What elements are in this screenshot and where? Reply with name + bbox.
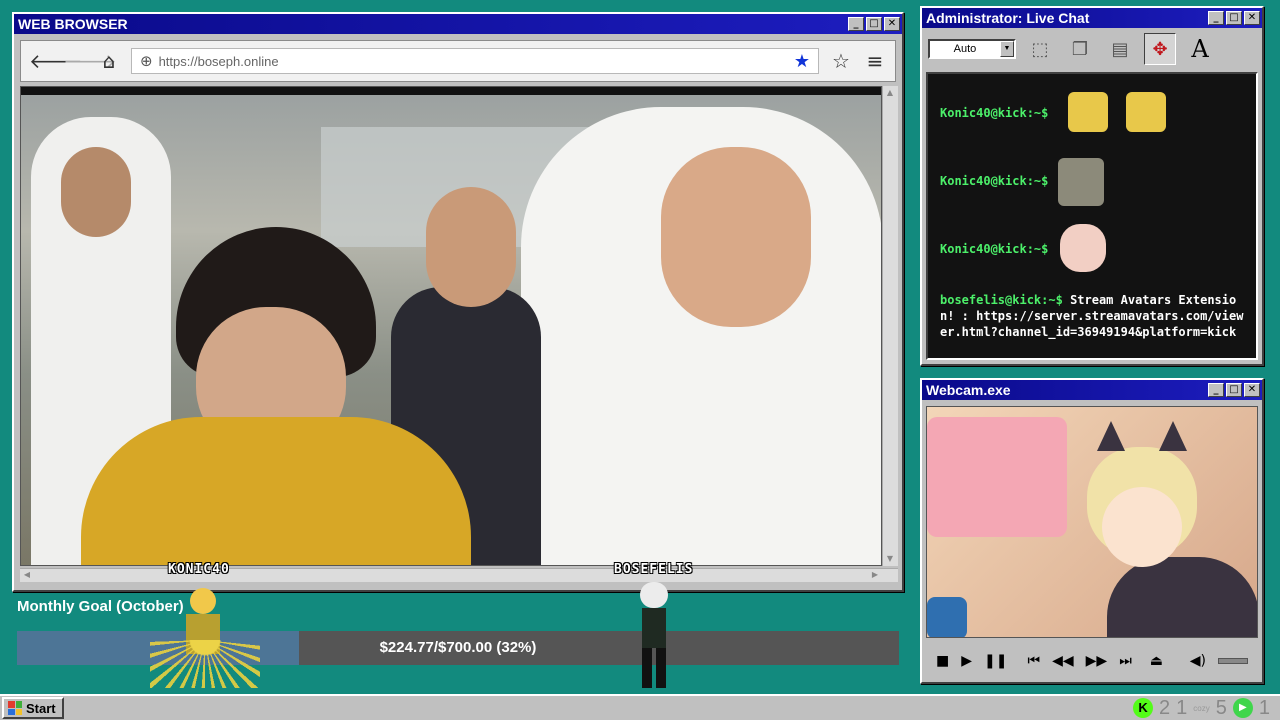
back-arrow-icon[interactable]: 🡐 <box>29 49 83 73</box>
emote-image <box>1060 224 1106 272</box>
play-icon[interactable]: ▶ <box>961 653 972 669</box>
browser-navbar: 🡐 🡒 ⌂ ⊕ https://boseph.online ★ ☆ ≡ <box>20 40 896 82</box>
video-frame <box>21 87 881 565</box>
browser-title: WEB BROWSER <box>18 16 128 32</box>
kick-logo-icon[interactable]: K <box>1133 698 1154 718</box>
chat-title: Administrator: Live Chat <box>926 10 1090 26</box>
media-controls: ■ ▶ ❚❚ ⏮ ◀◀ ▶▶ ⏭ ⏏ ◀) <box>926 644 1258 678</box>
webcam-view <box>926 406 1258 638</box>
avatar-sprite[interactable] <box>150 580 260 690</box>
live-chat-window: Administrator: Live Chat _ □ ✕ Auto ▼ ⬚ … <box>920 6 1264 366</box>
browser-window: WEB BROWSER _ □ ✕ 🡐 🡒 ⌂ ⊕ https://boseph… <box>12 12 904 592</box>
minimize-button[interactable]: _ <box>1208 11 1224 25</box>
scroll-left-icon[interactable]: ◀ <box>20 568 34 582</box>
close-button[interactable]: ✕ <box>1244 11 1260 25</box>
forward-arrow-icon[interactable]: 🡒 <box>63 49 117 73</box>
stop-icon[interactable]: ■ <box>936 653 949 669</box>
chat-message: Konic40@kick:~$ <box>940 242 1048 256</box>
select-region-icon[interactable]: ⬚ <box>1024 33 1056 65</box>
chat-username: bosefelis@kick:~$ <box>940 293 1063 307</box>
tray-count: 2 <box>1159 696 1171 719</box>
scroll-down-icon[interactable]: ▼ <box>883 552 897 566</box>
emote-image <box>1126 92 1166 132</box>
chat-username: Konic40@kick:~$ <box>940 174 1049 188</box>
maximize-button[interactable]: □ <box>866 17 882 31</box>
chat-username: Konic40@kick:~$ <box>940 106 1049 120</box>
fast-forward-icon[interactable]: ▶▶ <box>1086 653 1108 669</box>
chat-titlebar[interactable]: Administrator: Live Chat _ □ ✕ <box>922 8 1262 28</box>
bookmark-star-icon[interactable]: ★ <box>794 51 810 72</box>
font-icon[interactable]: A <box>1184 33 1216 65</box>
move-icon[interactable]: ✥ <box>1144 33 1176 65</box>
close-button[interactable]: ✕ <box>884 17 900 31</box>
skip-back-icon[interactable]: ⏮ <box>1027 653 1040 669</box>
paste-icon[interactable]: ▤ <box>1104 33 1136 65</box>
mode-value: Auto <box>953 43 977 55</box>
globe-icon: ⊕ <box>140 52 153 70</box>
avatar-sprite[interactable] <box>632 580 678 690</box>
volume-icon[interactable]: ◀) <box>1190 653 1206 669</box>
chat-message: Konic40@kick:~$ <box>940 106 1048 120</box>
emote-image <box>1058 158 1104 206</box>
windows-logo-icon <box>8 701 22 715</box>
minimize-button[interactable]: _ <box>848 17 864 31</box>
skip-forward-icon[interactable]: ⏭ <box>1119 653 1132 669</box>
tray-count: 1 <box>1176 696 1188 719</box>
scroll-right-icon[interactable]: ▶ <box>868 568 882 582</box>
close-button[interactable]: ✕ <box>1244 383 1260 397</box>
cozy-label: cozy <box>1193 703 1210 713</box>
avatar-name: KONIC40 <box>168 562 230 577</box>
browser-titlebar[interactable]: WEB BROWSER _ □ ✕ <box>14 14 902 34</box>
home-icon[interactable]: ⌂ <box>97 49 121 73</box>
pause-icon[interactable]: ❚❚ <box>984 653 1007 669</box>
eject-icon[interactable]: ⏏ <box>1150 653 1163 669</box>
mode-select[interactable]: Auto ▼ <box>928 39 1016 59</box>
chat-toolbar: Auto ▼ ⬚ ❐ ▤ ✥ A <box>922 28 1262 70</box>
tray-count: 1 <box>1258 696 1270 719</box>
chat-message: bosefelis@kick:~$ Stream Avatars Extensi… <box>940 292 1250 340</box>
copy-icon[interactable]: ❐ <box>1064 33 1096 65</box>
maximize-button[interactable]: □ <box>1226 11 1242 25</box>
minimize-button[interactable]: _ <box>1208 383 1224 397</box>
address-bar[interactable]: ⊕ https://boseph.online ★ <box>131 48 819 74</box>
system-tray: K 2 1 cozy 5 ▶ 1 <box>1133 697 1278 720</box>
avatar-name: BOSEFELIS <box>614 562 694 577</box>
tray-count: 5 <box>1215 696 1227 719</box>
chat-username: Konic40@kick:~$ <box>940 242 1049 256</box>
start-button[interactable]: Start <box>2 697 64 719</box>
vertical-scrollbar[interactable]: ▲ ▼ <box>882 86 898 566</box>
chat-log[interactable]: Konic40@kick:~$ Konic40@kick:~$ Konic40@… <box>926 72 1258 360</box>
volume-slider[interactable] <box>1218 658 1248 664</box>
url-text[interactable]: https://boseph.online <box>159 54 788 69</box>
webcam-window: Webcam.exe _ □ ✕ ■ ▶ ❚❚ ⏮ ◀◀ ▶▶ ⏭ ⏏ ◀) <box>920 378 1264 684</box>
emote-image <box>1068 92 1108 132</box>
rewind-icon[interactable]: ◀◀ <box>1052 653 1074 669</box>
chevron-down-icon[interactable]: ▼ <box>1000 41 1014 57</box>
scroll-up-icon[interactable]: ▲ <box>883 86 897 100</box>
webcam-title: Webcam.exe <box>926 382 1011 398</box>
menu-icon[interactable]: ≡ <box>863 49 887 73</box>
maximize-button[interactable]: □ <box>1226 383 1242 397</box>
webcam-titlebar[interactable]: Webcam.exe _ □ ✕ <box>922 380 1262 400</box>
start-label: Start <box>26 700 56 716</box>
taskbar: Start K 2 1 cozy 5 ▶ 1 <box>0 694 1280 720</box>
play-circle-icon[interactable]: ▶ <box>1232 698 1253 718</box>
chat-message: Konic40@kick:~$ <box>940 174 1048 188</box>
video-viewport[interactable] <box>20 86 882 566</box>
favorites-star-icon[interactable]: ☆ <box>829 49 853 73</box>
